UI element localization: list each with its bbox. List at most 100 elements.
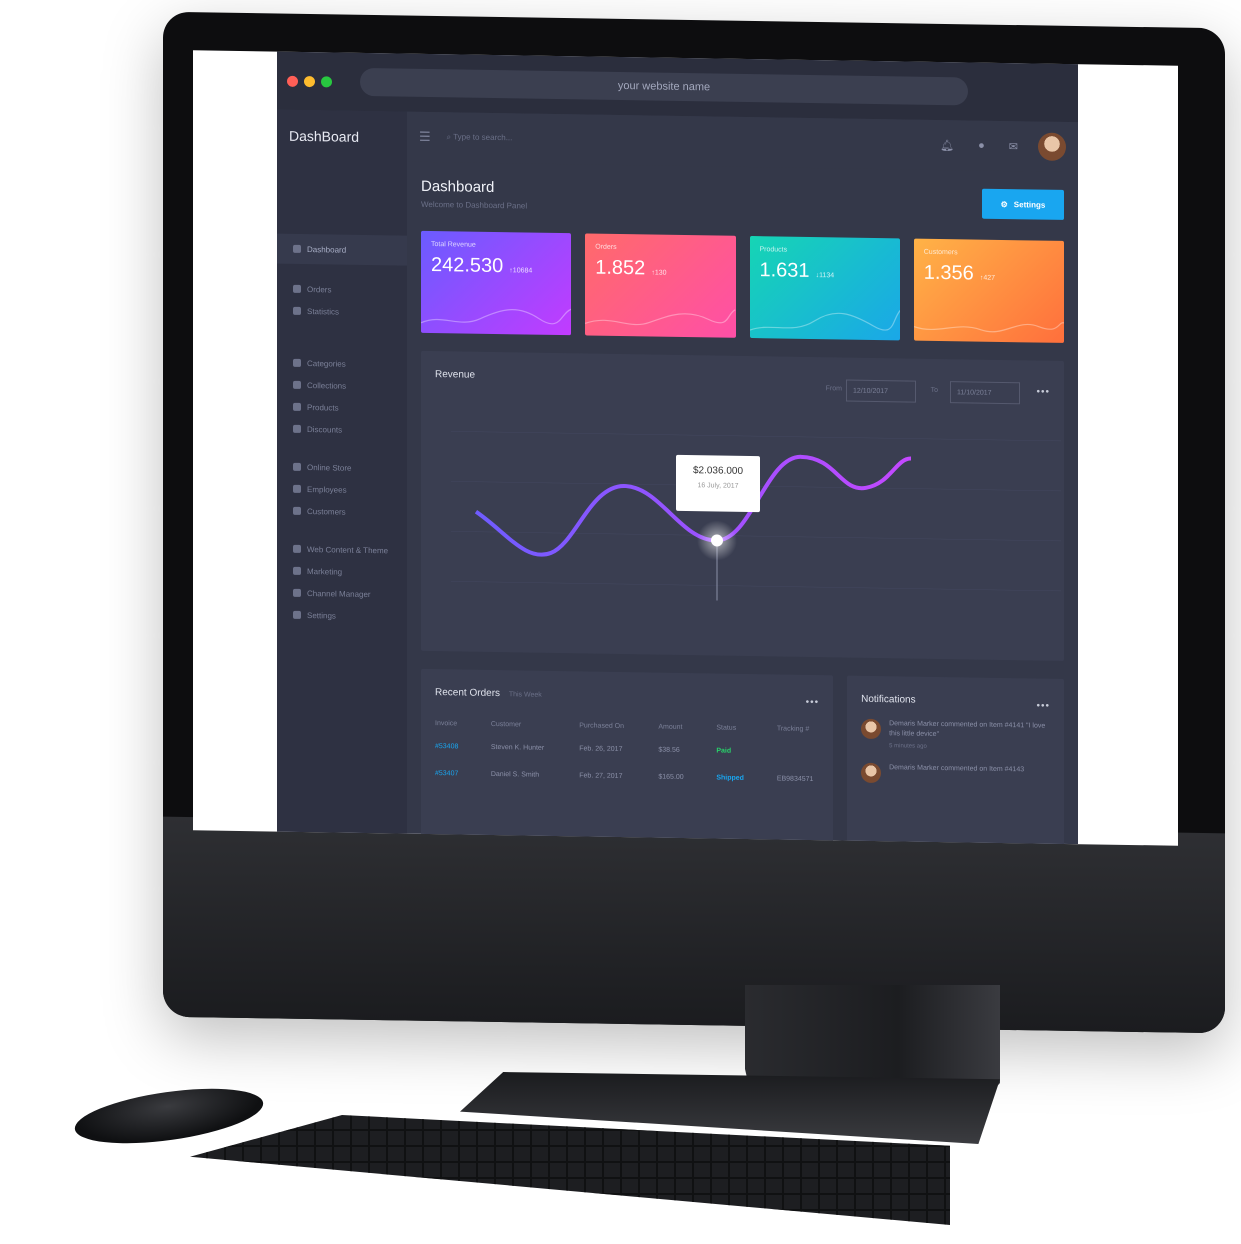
status-badge: Shipped: [716, 774, 744, 782]
search-input[interactable]: ⌕ Type to search...: [447, 132, 917, 149]
sidebar-item-customers[interactable]: Customers: [277, 500, 407, 524]
stat-card-label: Total Revenue: [431, 241, 476, 249]
stat-cards: Total Revenue 242.530 ↑10684 Orders 1.852…: [421, 230, 1064, 343]
minimize-dot[interactable]: [304, 75, 315, 87]
sidebar-item-online-store[interactable]: Online Store: [277, 456, 407, 480]
globe-icon: [293, 544, 301, 553]
column-header[interactable]: Invoice: [421, 714, 477, 734]
sidebar-item-label: Dashboard: [307, 244, 347, 255]
more-options-icon[interactable]: •••: [1036, 701, 1050, 712]
stat-card-revenue[interactable]: Total Revenue 242.530 ↑10684: [421, 230, 572, 336]
notifications-title: Notifications: [861, 693, 916, 706]
sidebar-item-statistics[interactable]: Statistics: [277, 300, 407, 324]
column-header[interactable]: Tracking #: [763, 719, 833, 739]
invoice-link[interactable]: #53407: [421, 760, 477, 788]
stat-card-delta: ↑427: [979, 274, 995, 282]
url-bar[interactable]: your website name: [360, 67, 968, 106]
main-content: Dashboard Welcome to Dashboard Panel ⚙ S…: [407, 162, 1078, 846]
avatar: [861, 762, 882, 784]
store-icon: [293, 462, 301, 471]
hamburger-menu-icon[interactable]: ☰: [419, 129, 431, 145]
more-options-icon[interactable]: •••: [806, 697, 820, 708]
sidebar-item-web-content[interactable]: Web Content & Theme: [277, 538, 407, 562]
maximize-dot[interactable]: [321, 75, 332, 87]
sidebar-item-categories[interactable]: Categories: [277, 352, 407, 376]
screen: your website name DashBoard Dashboard Or…: [193, 50, 1178, 846]
stat-card-value: 242.530: [431, 254, 504, 278]
amount-cell: $38.56: [658, 746, 680, 754]
from-label: From: [825, 385, 842, 393]
amount-cell: $165.00: [658, 773, 684, 781]
column-header[interactable]: Status: [702, 718, 762, 738]
sidebar-item-employees[interactable]: Employees: [277, 478, 407, 502]
sidebar-item-label: Orders: [307, 284, 332, 294]
chat-icon[interactable]: ●: [978, 140, 985, 152]
sidebar-item-label: Employees: [307, 484, 347, 495]
table-row[interactable]: #53407 Daniel S. Smith Feb. 27, 2017 $16…: [421, 760, 833, 793]
bell-icon[interactable]: 🔔︎: [940, 139, 954, 152]
sidebar-item-collections[interactable]: Collections: [277, 374, 407, 398]
stat-card-products[interactable]: Products 1.631 ↓1134: [749, 236, 900, 341]
chart-icon: [293, 306, 301, 315]
gear-icon: [293, 610, 301, 619]
tag-icon: [293, 380, 301, 389]
mail-icon: [293, 566, 301, 575]
tracking-cell: [763, 738, 833, 766]
sidebar-item-label: Settings: [307, 610, 336, 621]
sidebar-item-dashboard[interactable]: Dashboard: [277, 233, 407, 266]
stat-card-label: Orders: [595, 243, 617, 251]
sidebar-item-label: Collections: [307, 380, 347, 391]
avatar[interactable]: [1038, 132, 1066, 161]
notification-item[interactable]: Demaris Marker commented on Item #4143: [847, 749, 1064, 786]
more-options-icon[interactable]: •••: [1036, 387, 1050, 398]
close-dot[interactable]: [287, 75, 298, 87]
sidebar-item-orders[interactable]: Orders: [277, 278, 407, 302]
mail-icon[interactable]: ✉︎: [1009, 140, 1018, 153]
recent-orders-panel: Recent Orders This Week ••• Invoice Cust…: [421, 668, 834, 846]
from-date-input[interactable]: 12/10/2017: [846, 379, 916, 403]
cart-icon: [293, 284, 301, 293]
sidebar-item-label: Channel Manager: [307, 588, 371, 599]
sidebar-item-label: Discounts: [307, 424, 343, 435]
stat-card-value: 1.356: [923, 261, 974, 285]
sidebar-item-label: Products: [307, 402, 339, 413]
orders-title-text: Recent Orders: [435, 687, 501, 700]
invoice-link[interactable]: #53408: [421, 733, 477, 761]
sparkline: [749, 309, 900, 331]
stat-card-label: Customers: [923, 248, 958, 257]
sidebar-item-discounts[interactable]: Discounts: [277, 418, 407, 442]
column-header[interactable]: Customer: [477, 715, 565, 735]
brand-title[interactable]: DashBoard: [277, 110, 407, 164]
notification-item[interactable]: Demaris Marker commented on Item #4141 "…: [847, 705, 1064, 752]
settings-button[interactable]: ⚙ Settings: [982, 188, 1064, 220]
sidebar-item-label: Categories: [307, 358, 346, 369]
window-controls: [287, 75, 332, 87]
orders-subtitle: This Week: [508, 691, 542, 699]
status-badge: Paid: [716, 747, 732, 755]
recent-orders-title: Recent Orders This Week: [421, 669, 833, 704]
sidebar-item-label: Statistics: [307, 306, 340, 317]
sidebar-item-products[interactable]: Products: [277, 396, 407, 420]
stat-card-delta: ↓1134: [815, 272, 835, 280]
sparkline: [913, 322, 1064, 333]
column-header[interactable]: Amount: [644, 717, 702, 737]
stat-card-customers[interactable]: Customers 1.356 ↑427: [913, 238, 1064, 343]
sidebar-item-marketing[interactable]: Marketing: [277, 560, 407, 584]
customer-cell: Daniel S. Smith: [490, 770, 540, 779]
notification-text: Demaris Marker commented on Item #4143: [889, 764, 1025, 774]
stat-card-value: 1.852: [595, 256, 646, 280]
date-cell: Feb. 26, 2017: [579, 745, 623, 754]
stat-card-orders[interactable]: Orders 1.852 ↑130: [585, 233, 736, 338]
users-icon: [293, 506, 301, 515]
sparkline: [585, 309, 736, 326]
percent-icon: [293, 424, 301, 433]
notification-text: Demaris Marker commented on Item #4141 "…: [889, 720, 1046, 738]
to-date-input[interactable]: 11/10/2017: [950, 381, 1020, 405]
sidebar-item-settings[interactable]: Settings: [277, 604, 407, 628]
stat-card-delta: ↑10684: [509, 267, 533, 275]
avatar: [861, 718, 882, 740]
stat-card-value: 1.631: [759, 259, 810, 282]
sparkline: [421, 308, 572, 325]
column-header[interactable]: Purchased On: [565, 716, 644, 736]
sidebar-item-channel-manager[interactable]: Channel Manager: [277, 582, 407, 606]
